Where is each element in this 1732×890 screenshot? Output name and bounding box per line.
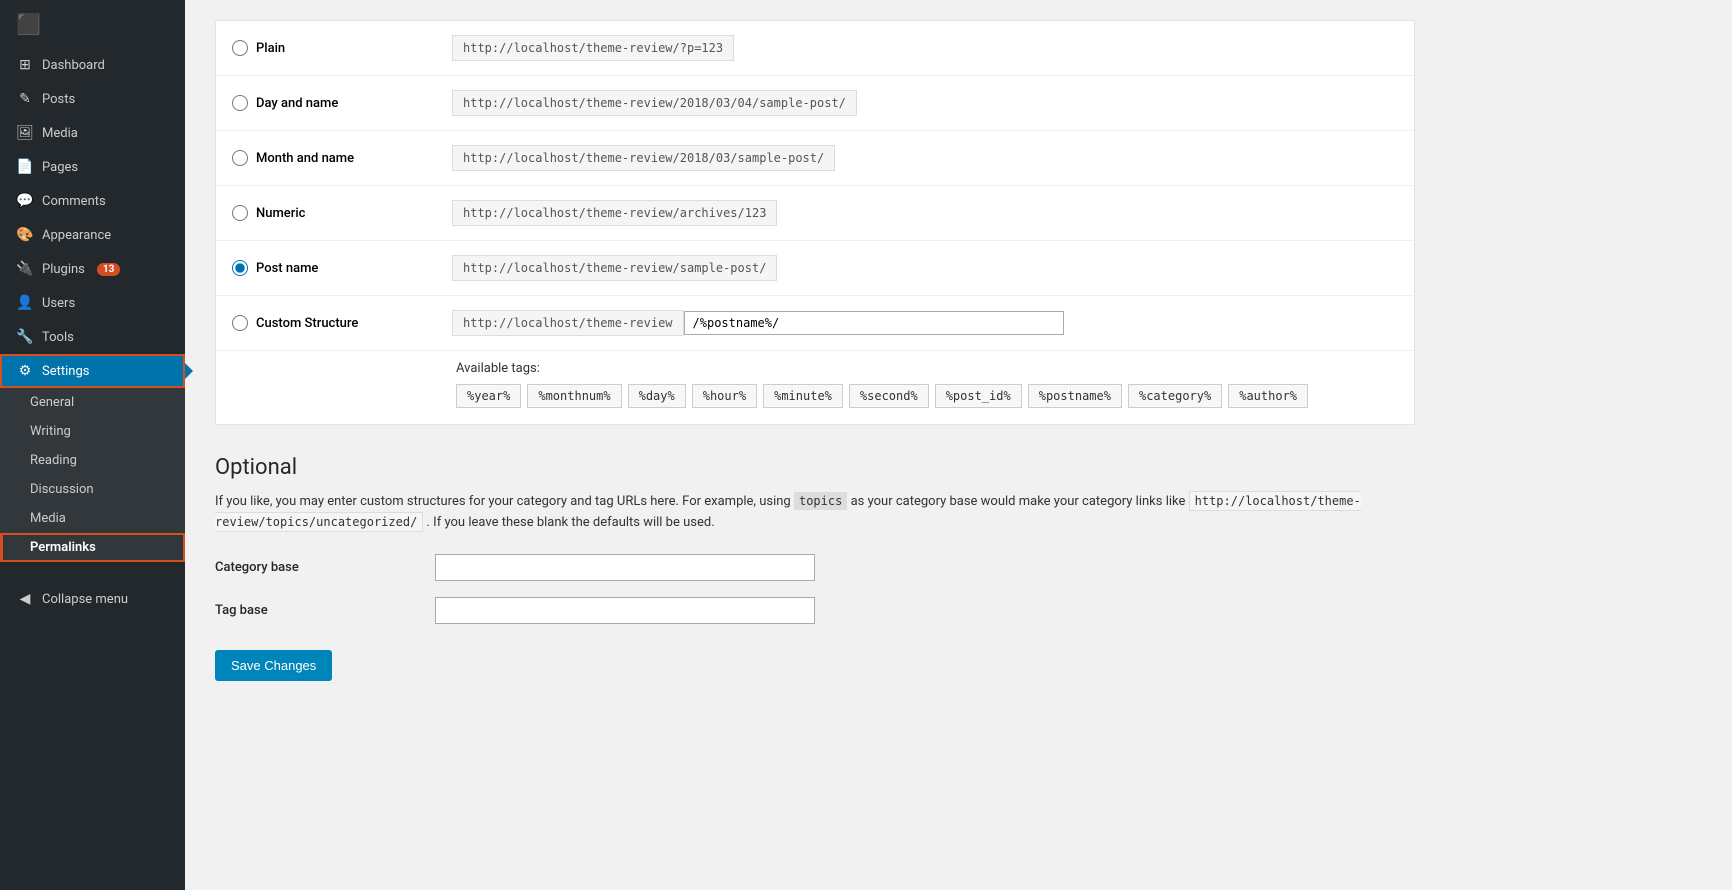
tag-button[interactable]: %hour% bbox=[692, 384, 757, 408]
sidebar-item-comments[interactable]: 💬 Comments bbox=[0, 184, 185, 218]
tag-button[interactable]: %minute% bbox=[763, 384, 843, 408]
permalink-radio-post-name[interactable] bbox=[232, 260, 248, 276]
users-icon: 👤 bbox=[16, 295, 34, 311]
pages-icon: 📄 bbox=[16, 159, 34, 175]
wp-logo: ⬛ bbox=[0, 0, 185, 48]
permalink-radio-custom[interactable] bbox=[232, 315, 248, 331]
collapse-icon: ◀ bbox=[16, 591, 34, 607]
plugins-icon: 🔌 bbox=[16, 261, 34, 277]
submenu-item-media[interactable]: Media bbox=[0, 504, 185, 533]
custom-structure-url-inline: http://localhost/theme-review bbox=[452, 310, 1064, 336]
permalink-row-custom: Custom Structure http://localhost/theme-… bbox=[216, 296, 1414, 351]
comments-icon: 💬 bbox=[16, 193, 34, 209]
permalink-radio-month-and-name[interactable] bbox=[232, 150, 248, 166]
category-base-label: Category base bbox=[215, 560, 415, 575]
optional-section: Optional If you like, you may enter cust… bbox=[215, 455, 1415, 681]
posts-icon: ✎ bbox=[16, 91, 34, 107]
sidebar-item-posts[interactable]: ✎ Posts bbox=[0, 82, 185, 116]
submenu-item-general[interactable]: General bbox=[0, 388, 185, 417]
sidebar-item-appearance[interactable]: 🎨 Appearance bbox=[0, 218, 185, 252]
submenu-item-reading[interactable]: Reading bbox=[0, 446, 185, 475]
tag-base-input[interactable] bbox=[435, 597, 815, 624]
appearance-icon: 🎨 bbox=[16, 227, 34, 243]
optional-title: Optional bbox=[215, 455, 1415, 480]
permalink-radio-numeric[interactable] bbox=[232, 205, 248, 221]
permalink-row-month-and-name: Month and name http://localhost/theme-re… bbox=[216, 131, 1414, 186]
sidebar-item-dashboard[interactable]: ⊞ Dashboard bbox=[0, 48, 185, 82]
submenu-item-discussion[interactable]: Discussion bbox=[0, 475, 185, 504]
tag-button[interactable]: %author% bbox=[1228, 384, 1308, 408]
permalink-label-post-name[interactable]: Post name bbox=[256, 261, 318, 276]
custom-structure-input[interactable] bbox=[684, 311, 1064, 335]
main-content: Plain http://localhost/theme-review/?p=1… bbox=[185, 0, 1732, 890]
tag-button[interactable]: %category% bbox=[1128, 384, 1222, 408]
topics-code: topics bbox=[794, 492, 847, 510]
permalink-url-numeric: http://localhost/theme-review/archives/1… bbox=[452, 200, 777, 226]
tag-button[interactable]: %day% bbox=[628, 384, 686, 408]
optional-description: If you like, you may enter custom struct… bbox=[215, 492, 1415, 534]
settings-submenu: General Writing Reading Discussion Media… bbox=[0, 388, 185, 562]
permalink-url-day-and-name: http://localhost/theme-review/2018/03/04… bbox=[452, 90, 857, 116]
tags-list: %year%%monthnum% %day%%hour%%minute%%seco… bbox=[456, 384, 1398, 408]
tag-button[interactable]: %year% bbox=[456, 384, 521, 408]
permalink-url-month-and-name: http://localhost/theme-review/2018/03/sa… bbox=[452, 145, 835, 171]
save-changes-button[interactable]: Save Changes bbox=[215, 650, 332, 681]
submenu-item-permalinks[interactable]: Permalinks bbox=[0, 533, 185, 562]
permalink-url-plain: http://localhost/theme-review/?p=123 bbox=[452, 35, 734, 61]
permalink-url-post-name: http://localhost/theme-review/sample-pos… bbox=[452, 255, 777, 281]
available-tags-section: Available tags: %year%%monthnum% %day%%ho… bbox=[216, 351, 1414, 424]
permalink-radio-plain[interactable] bbox=[232, 40, 248, 56]
plugins-badge: 13 bbox=[97, 263, 120, 276]
tools-icon: 🔧 bbox=[16, 329, 34, 345]
wp-logo-icon: ⬛ bbox=[16, 12, 41, 36]
permalink-options-table: Plain http://localhost/theme-review/?p=1… bbox=[215, 20, 1415, 425]
media-icon: 🖼 bbox=[16, 125, 34, 141]
permalink-row-post-name: Post name http://localhost/theme-review/… bbox=[216, 241, 1414, 296]
sidebar-item-users[interactable]: 👤 Users bbox=[0, 286, 185, 320]
sidebar-item-pages[interactable]: 📄 Pages bbox=[0, 150, 185, 184]
category-base-input[interactable] bbox=[435, 554, 815, 581]
tag-button[interactable]: %monthnum% bbox=[527, 384, 621, 408]
available-tags-label: Available tags: bbox=[456, 361, 1398, 376]
permalink-label-numeric[interactable]: Numeric bbox=[256, 206, 305, 221]
permalink-row-numeric: Numeric http://localhost/theme-review/ar… bbox=[216, 186, 1414, 241]
permalink-label-custom[interactable]: Custom Structure bbox=[256, 316, 358, 331]
permalink-label-plain[interactable]: Plain bbox=[256, 41, 285, 56]
tag-button[interactable]: %second% bbox=[849, 384, 929, 408]
submenu-item-writing[interactable]: Writing bbox=[0, 417, 185, 446]
tag-base-row: Tag base bbox=[215, 597, 1415, 624]
sidebar-item-tools[interactable]: 🔧 Tools bbox=[0, 320, 185, 354]
sidebar-item-plugins[interactable]: 🔌 Plugins 13 bbox=[0, 252, 185, 286]
sidebar-item-settings[interactable]: ⚙ Settings bbox=[0, 354, 185, 388]
sidebar: ⬛ ⊞ Dashboard ✎ Posts 🖼 Media 📄 Pages 💬 … bbox=[0, 0, 185, 890]
tag-base-label: Tag base bbox=[215, 603, 415, 618]
sidebar-item-media[interactable]: 🖼 Media bbox=[0, 116, 185, 150]
tag-button[interactable]: %post_id% bbox=[935, 384, 1022, 408]
custom-structure-prefix: http://localhost/theme-review bbox=[452, 310, 684, 336]
category-base-row: Category base bbox=[215, 554, 1415, 581]
permalink-label-day-and-name[interactable]: Day and name bbox=[256, 96, 338, 111]
collapse-menu-button[interactable]: ◀ Collapse menu bbox=[0, 582, 185, 616]
tag-button[interactable]: %postname% bbox=[1028, 384, 1122, 408]
permalink-row-plain: Plain http://localhost/theme-review/?p=1… bbox=[216, 21, 1414, 76]
permalink-row-day-and-name: Day and name http://localhost/theme-revi… bbox=[216, 76, 1414, 131]
settings-icon: ⚙ bbox=[16, 363, 34, 379]
dashboard-icon: ⊞ bbox=[16, 57, 34, 73]
permalink-radio-day-and-name[interactable] bbox=[232, 95, 248, 111]
permalink-label-month-and-name[interactable]: Month and name bbox=[256, 151, 354, 166]
